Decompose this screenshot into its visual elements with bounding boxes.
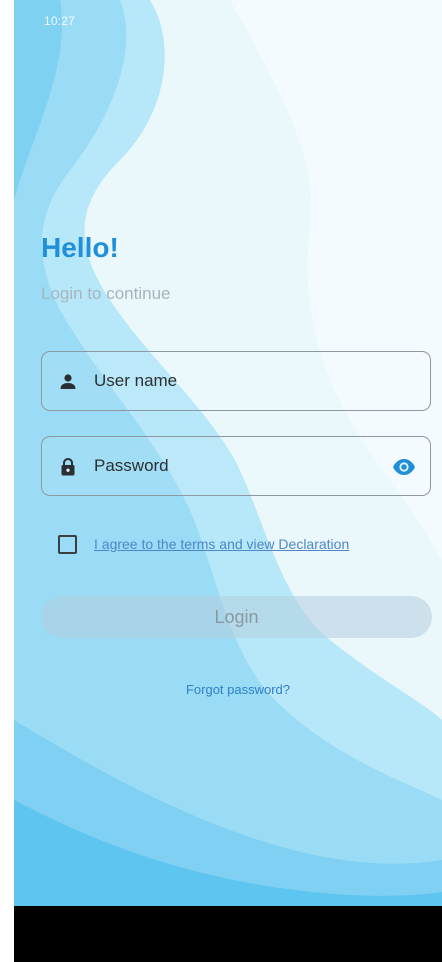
login-button[interactable]: Login	[41, 596, 432, 638]
page-subtitle: Login to continue	[41, 284, 171, 303]
password-placeholder: Password	[94, 456, 169, 475]
terms-checkbox[interactable]	[58, 535, 77, 554]
password-field[interactable]: Password	[41, 436, 431, 496]
page-title: Hello!	[41, 232, 119, 263]
system-nav-bar	[14, 906, 442, 962]
username-placeholder: User name	[94, 371, 178, 390]
eye-icon[interactable]	[392, 456, 416, 478]
person-icon	[60, 374, 76, 389]
username-field[interactable]: User name	[41, 351, 431, 411]
terms-link[interactable]: I agree to the terms and view Declaratio…	[94, 536, 349, 552]
forgot-password-link[interactable]: Forgot password?	[0, 682, 442, 697]
status-bar-time: 10:27	[44, 14, 76, 28]
lock-icon	[61, 457, 75, 476]
login-screen: 10:27 Hello! Login to continue User name…	[0, 0, 442, 962]
